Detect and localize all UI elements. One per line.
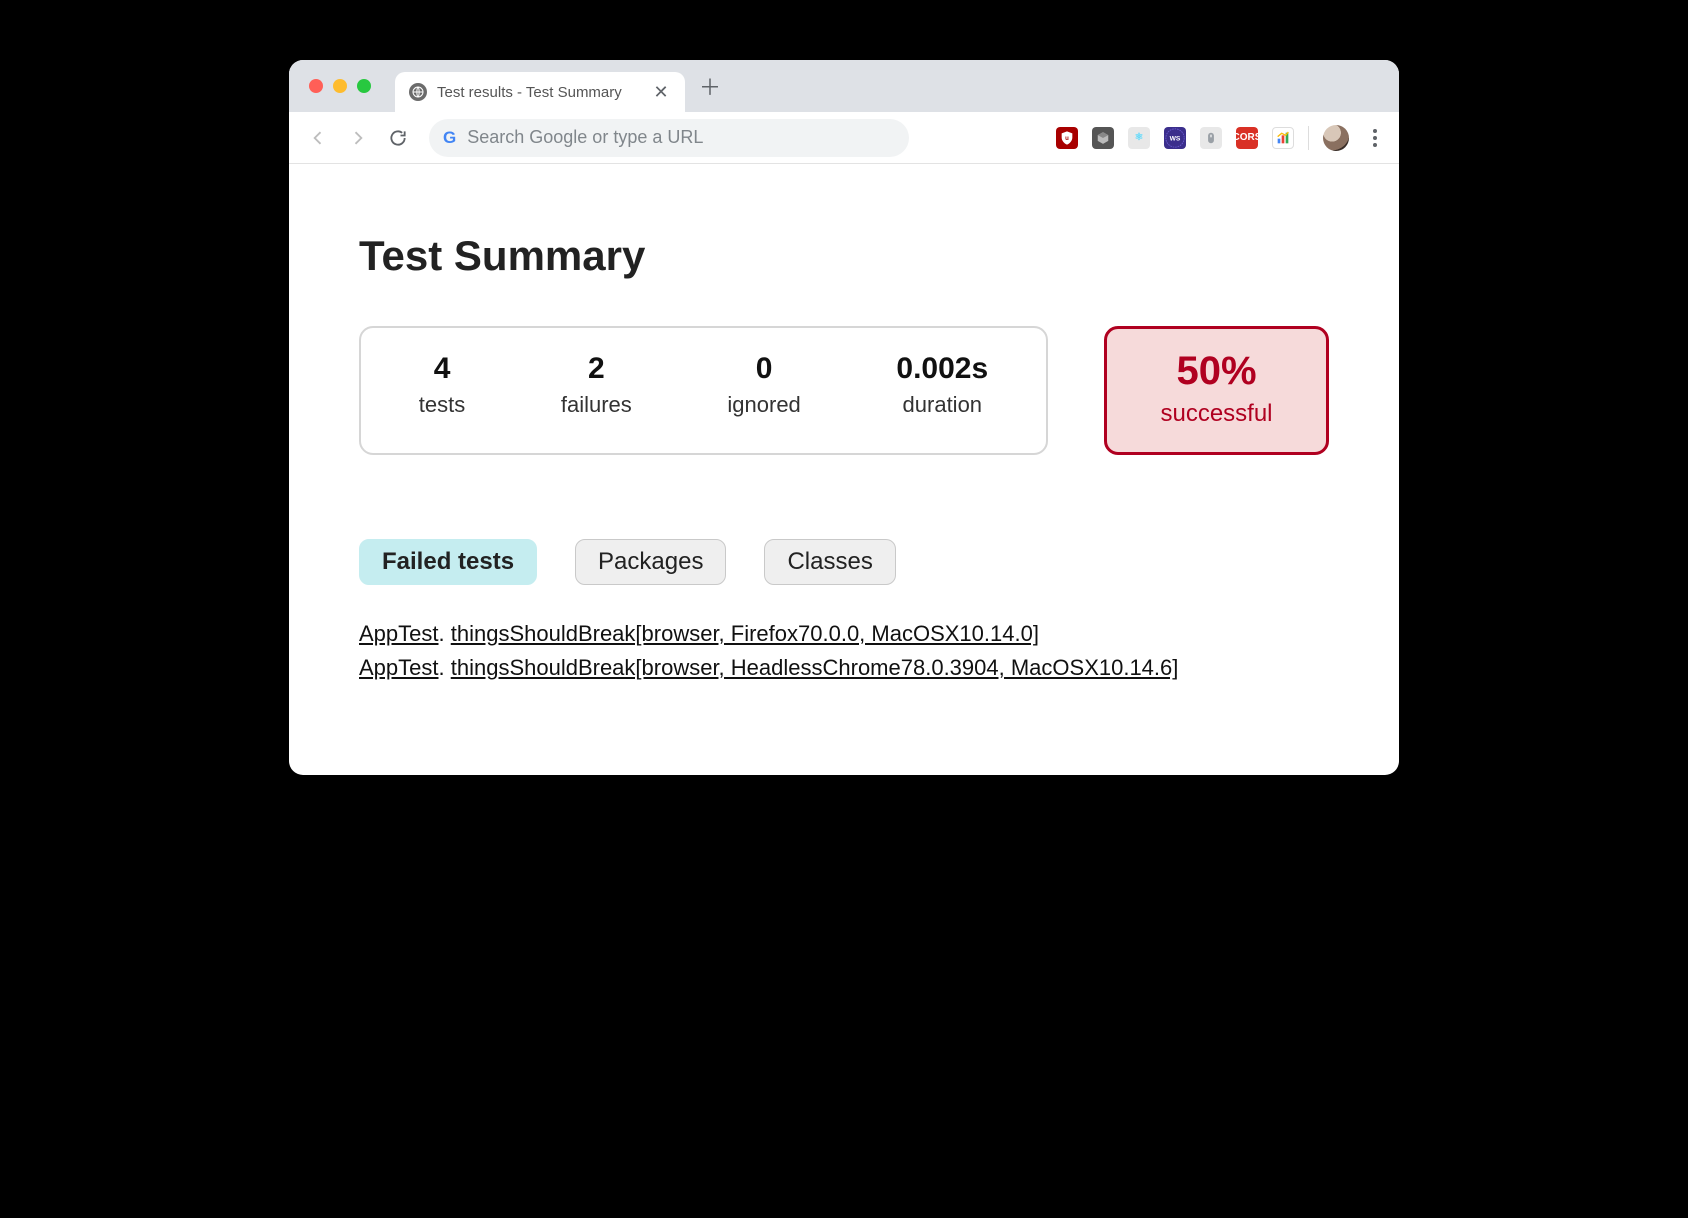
stat-failures: 2 failures [561,352,632,425]
result-tabs: Failed tests Packages Classes [359,539,1329,585]
separator: . [439,621,451,646]
ublock-icon[interactable]: u [1056,127,1078,149]
tab-failed-tests[interactable]: Failed tests [359,539,537,585]
chart-icon[interactable] [1272,127,1294,149]
svg-text:WS: WS [1170,135,1181,142]
google-icon: G [443,128,455,148]
stats-box: 4 tests 2 failures 0 ignored 0.002s dura… [359,326,1048,455]
address-bar[interactable]: G Search Google or type a URL [429,119,909,157]
window-zoom-button[interactable] [357,79,371,93]
success-percent: 50% [1176,349,1256,394]
failed-test-class[interactable]: AppTest [359,655,439,680]
tab-classes[interactable]: Classes [764,539,895,585]
failed-test-row: AppTest. thingsShouldBreak[browser, Head… [359,651,1329,685]
ws-icon[interactable]: WS [1164,127,1186,149]
stat-ignored-value: 0 [727,352,800,386]
reload-button[interactable] [381,121,415,155]
browser-menu-button[interactable] [1363,129,1387,147]
failed-test-method[interactable]: thingsShouldBreak[browser, HeadlessChrom… [451,655,1179,680]
tab-packages[interactable]: Packages [575,539,726,585]
svg-text:u: u [1065,136,1069,142]
forward-button[interactable] [341,121,375,155]
failed-tests-list: AppTest. thingsShouldBreak[browser, Fire… [359,617,1329,685]
omnibox-placeholder: Search Google or type a URL [467,127,703,148]
profile-avatar[interactable] [1323,125,1349,151]
mouse-icon[interactable] [1200,127,1222,149]
failed-test-method[interactable]: thingsShouldBreak[browser, Firefox70.0.0… [451,621,1039,646]
window-controls [309,79,371,93]
window-minimize-button[interactable] [333,79,347,93]
tab-title: Test results - Test Summary [437,84,622,101]
extension-icons: u ⚛ WS CORS [1056,125,1387,151]
stat-tests-label: tests [419,392,465,418]
success-label: successful [1160,400,1272,428]
success-box: 50% successful [1104,326,1329,455]
cors-icon[interactable]: CORS [1236,127,1258,149]
browser-window: Test results - Test Summary ✕ ＋ G Search… [289,60,1399,775]
tab-strip: Test results - Test Summary ✕ ＋ [289,60,1399,112]
stat-duration-value: 0.002s [896,352,988,386]
toolbar-separator [1308,126,1309,150]
stat-failures-value: 2 [561,352,632,386]
globe-icon [409,83,427,101]
failed-test-class[interactable]: AppTest [359,621,439,646]
page-title: Test Summary [359,232,1329,280]
browser-tab[interactable]: Test results - Test Summary ✕ [395,72,685,112]
stat-duration: 0.002s duration [896,352,988,425]
separator: . [439,655,451,680]
stat-duration-label: duration [896,392,988,418]
back-button[interactable] [301,121,335,155]
new-tab-button[interactable]: ＋ [693,69,727,103]
page-content: Test Summary 4 tests 2 failures 0 ignore… [289,164,1399,775]
stat-tests-value: 4 [419,352,465,386]
browser-toolbar: G Search Google or type a URL u ⚛ WS COR… [289,112,1399,164]
failed-test-row: AppTest. thingsShouldBreak[browser, Fire… [359,617,1329,651]
window-close-button[interactable] [309,79,323,93]
close-tab-button[interactable]: ✕ [651,82,671,102]
stat-failures-label: failures [561,392,632,418]
stat-ignored: 0 ignored [727,352,800,425]
summary-row: 4 tests 2 failures 0 ignored 0.002s dura… [359,326,1329,455]
stat-ignored-label: ignored [727,392,800,418]
cube-icon[interactable] [1092,127,1114,149]
stat-tests: 4 tests [419,352,465,425]
react-icon[interactable]: ⚛ [1128,127,1150,149]
